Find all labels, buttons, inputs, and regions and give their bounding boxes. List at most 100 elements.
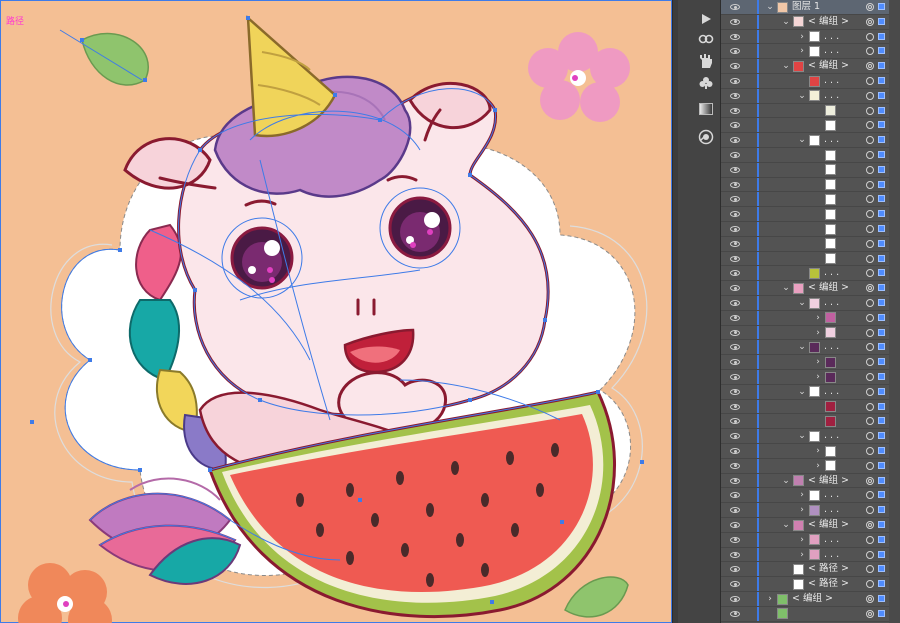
selection-indicator[interactable] [878,387,885,395]
chevron-right-icon[interactable]: › [797,504,807,516]
target-circle-icon[interactable] [866,313,874,322]
target-circle-icon[interactable] [866,565,874,574]
visibility-eye-icon[interactable] [730,48,740,55]
selection-indicator[interactable] [878,225,885,232]
layer-row[interactable]: ⌄ < 编组 > [721,518,900,533]
chevron-right-icon[interactable]: › [797,489,807,501]
visibility-eye-icon[interactable] [730,344,740,351]
chevron-right-icon[interactable]: › [813,445,823,457]
chevron-down-icon[interactable]: ⌄ [797,297,807,309]
selection-indicator[interactable] [878,180,885,188]
layer-row[interactable] [721,177,900,193]
visibility-eye-icon[interactable] [730,255,740,262]
layer-row[interactable] [721,118,900,134]
chevron-down-icon[interactable]: ⌄ [797,386,807,398]
target-circle-icon[interactable] [866,62,874,71]
selection-indicator[interactable] [878,417,885,425]
target-circle-icon[interactable] [866,595,874,603]
layer-row[interactable] [721,103,900,119]
layer-row[interactable]: › [721,325,900,341]
chevron-down-icon[interactable]: ⌄ [781,475,791,487]
layer-row[interactable]: › [721,370,900,385]
selection-indicator[interactable] [878,565,885,573]
selection-indicator[interactable] [878,358,885,366]
selection-indicator[interactable] [878,62,885,70]
visibility-eye-icon[interactable] [730,507,740,514]
target-circle-icon[interactable] [866,521,874,529]
selection-indicator[interactable] [878,402,885,410]
visibility-eye-icon[interactable] [730,581,740,588]
layer-row[interactable]: . . . [721,74,900,89]
visibility-eye-icon[interactable] [730,418,740,425]
target-circle-icon[interactable] [866,77,874,85]
artboard[interactable]: 路径 [0,0,678,623]
selection-indicator[interactable] [878,506,885,514]
visibility-eye-icon[interactable] [730,448,740,454]
selection-indicator[interactable] [878,47,885,55]
visibility-eye-icon[interactable] [730,314,740,321]
target-circle-icon[interactable] [866,47,874,56]
layer-row[interactable] [721,162,900,178]
chevron-right-icon[interactable]: › [813,327,823,339]
visibility-eye-icon[interactable] [730,536,740,543]
target-circle-icon[interactable] [866,506,874,515]
visibility-eye-icon[interactable] [730,137,740,144]
chevron-right-icon[interactable]: › [813,312,823,324]
selection-indicator[interactable] [878,210,885,218]
selection-indicator[interactable] [878,77,885,84]
layer-row[interactable]: ⌄ . . . [721,340,900,356]
layer-row[interactable]: . . . [721,266,900,282]
layer-row[interactable]: › [721,458,900,474]
chevron-right-icon[interactable]: › [797,45,807,57]
visibility-eye-icon[interactable] [730,4,740,10]
layer-row[interactable]: ⌄ . . . [721,429,900,444]
target-circle-icon[interactable] [866,609,874,618]
canvas-area[interactable]: 路径 [0,0,678,623]
target-circle-icon[interactable] [866,358,874,367]
visibility-eye-icon[interactable] [730,522,740,528]
layers-scrollbar[interactable] [889,0,900,623]
selection-indicator[interactable] [878,299,885,306]
visibility-eye-icon[interactable] [730,433,740,440]
chevron-right-icon[interactable]: › [797,549,807,561]
target-circle-icon[interactable] [866,180,874,189]
symbol-club-icon[interactable] [695,72,717,94]
selection-indicator[interactable] [878,328,885,336]
layer-row[interactable]: ⌄ . . . [721,296,900,311]
layers-panel[interactable]: ⌄ 图层 1 ⌄ < 编组 > ›. . . ›. . . ⌄ < 编组 >. . . ⌄. .… [721,0,900,623]
visibility-eye-icon[interactable] [730,240,740,247]
layer-row[interactable]: ⌄ < 编组 > [721,281,900,296]
target-circle-icon[interactable] [866,535,874,544]
chevron-right-icon[interactable]: › [765,593,775,605]
visibility-eye-icon[interactable] [730,477,740,484]
visibility-eye-icon[interactable] [730,181,740,188]
chevron-down-icon[interactable]: ⌄ [797,90,807,102]
selection-indicator[interactable] [878,239,885,247]
target-circle-icon[interactable] [866,387,874,396]
layer-row[interactable]: › < 编组 > [721,592,900,607]
target-circle-icon[interactable] [866,210,874,219]
visibility-eye-icon[interactable] [730,211,740,218]
target-circle-icon[interactable] [866,121,874,130]
visibility-eye-icon[interactable] [730,359,740,366]
layer-row[interactable]: › [721,444,900,459]
visibility-eye-icon[interactable] [730,92,740,99]
target-circle-icon[interactable] [866,343,874,352]
target-circle-icon[interactable] [866,299,874,307]
selection-indicator[interactable] [878,580,885,588]
chevron-right-icon[interactable]: › [813,371,823,383]
layer-row[interactable]: ⌄ . . . [721,384,900,400]
visibility-eye-icon[interactable] [730,196,740,203]
chevron-down-icon[interactable]: ⌄ [781,60,791,72]
layer-row[interactable]: › [721,355,900,370]
selection-indicator[interactable] [878,136,885,144]
play-icon[interactable] [695,8,717,30]
layer-row[interactable]: ⌄ < 编组 > [721,59,900,74]
selection-indicator[interactable] [878,595,885,602]
chevron-down-icon[interactable]: ⌄ [797,430,807,442]
visibility-eye-icon[interactable] [730,33,740,40]
visibility-eye-icon[interactable] [730,63,740,70]
gradient-icon[interactable] [695,98,717,120]
selection-indicator[interactable] [878,254,885,262]
visibility-eye-icon[interactable] [730,403,740,410]
